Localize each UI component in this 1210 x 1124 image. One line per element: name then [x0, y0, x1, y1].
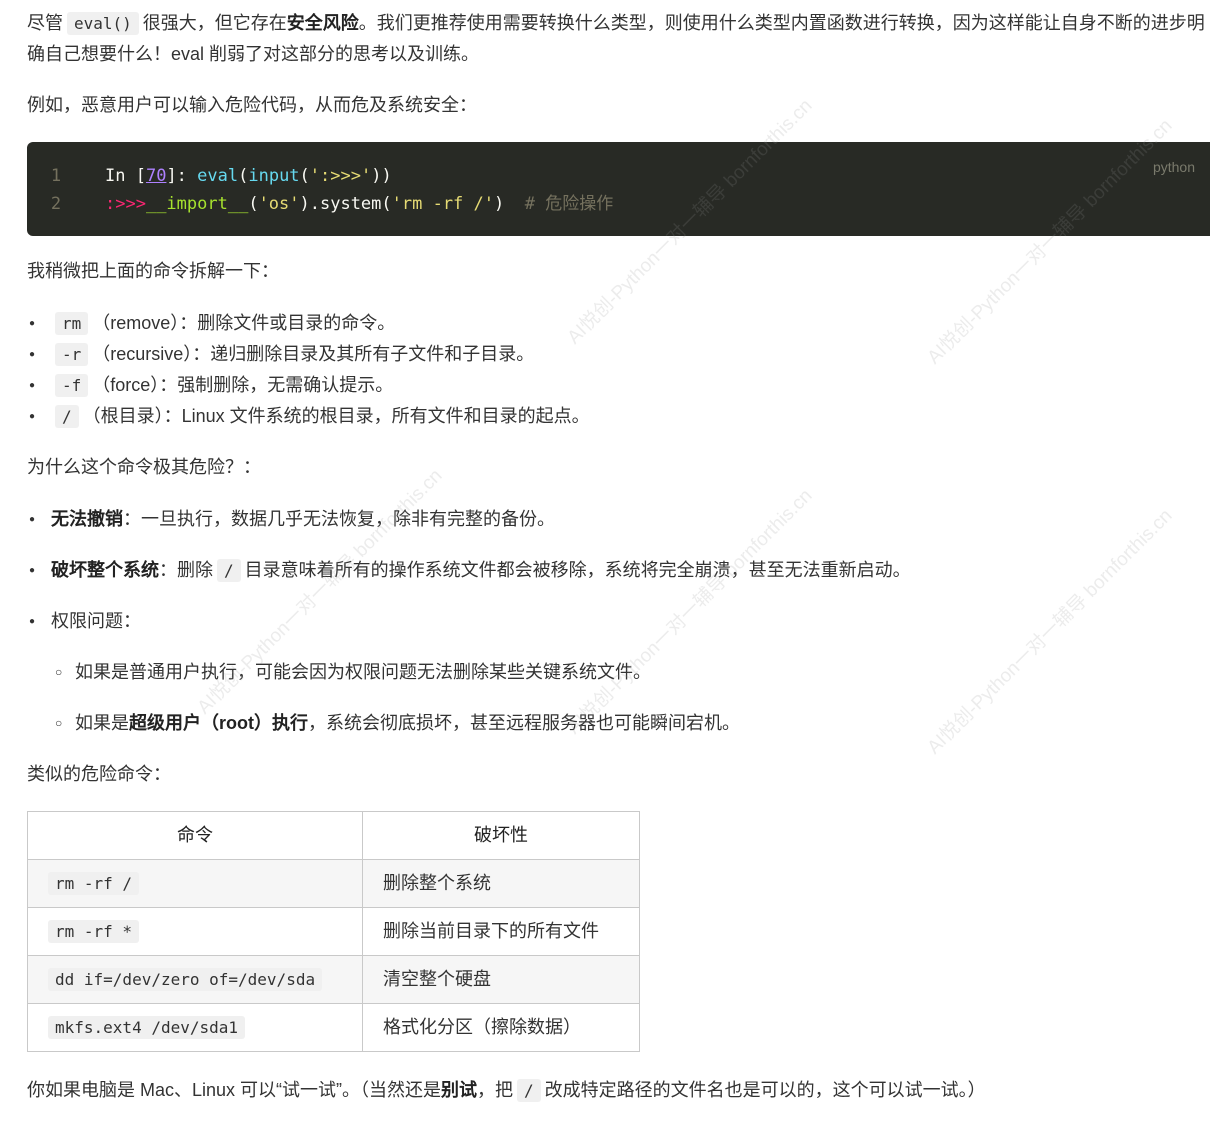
table-header-row: 命令 破坏性	[27, 811, 640, 860]
inline-code: /	[217, 559, 241, 582]
inline-code: eval()	[67, 12, 139, 35]
list-item: -f（force）：强制删除，无需确认提示。	[27, 370, 1210, 401]
list-item: /（根目录）：Linux 文件系统的根目录，所有文件和目录的起点。	[27, 401, 1210, 432]
intro-paragraph: 尽管 eval() 很强大，但它存在安全风险。我们更推荐使用需要转换什么类型，则使用…	[27, 12, 1205, 64]
code-line-1: 1 In [70]: eval(input(':>>>'))	[50, 166, 392, 186]
list-item: 无法撤销：一旦执行，数据几乎无法恢复，除非有完整的备份。	[27, 504, 1210, 535]
similar-heading: 类似的危险命令：	[27, 764, 171, 784]
table-row: mkfs.ext4 /dev/sda1 格式化分区（擦除数据）	[27, 1003, 640, 1052]
danger-list: 无法撤销：一旦执行，数据几乎无法恢复，除非有完整的备份。 破坏整个系统：删除/目…	[27, 504, 1210, 637]
list-item: -r（recursive）：递归删除目录及其所有子文件和子目录。	[27, 339, 1210, 370]
list-item: rm（remove）：删除文件或目录的命令。	[27, 308, 1210, 339]
code-language-label: python	[1152, 159, 1195, 175]
inline-code: rm -rf *	[48, 920, 140, 943]
inline-code: /	[517, 1079, 541, 1102]
table-header-command: 命令	[27, 811, 363, 860]
inline-code: mkfs.ext4 /dev/sda1	[48, 1016, 246, 1039]
table-header-effect: 破坏性	[362, 811, 640, 860]
footer-paragraph: 你如果电脑是 Mac、Linux 可以“试一试”。（当然还是别试，把 / 改成特定路…	[27, 1079, 986, 1102]
inline-code: rm	[55, 312, 89, 335]
table-row: dd if=/dev/zero of=/dev/sda 清空整个硬盘	[27, 955, 640, 1004]
article: 尽管 eval() 很强大，但它存在安全风险。我们更推荐使用需要转换什么类型，则使用…	[27, 8, 1210, 121]
list-item: 如果是超级用户（root）执行，系统会彻底损坏，甚至远程服务器也可能瞬间宕机。	[55, 708, 1210, 739]
inline-code: rm -rf /	[48, 872, 140, 895]
code-line-2: 2:>>>__import__('os').system('rm -rf /')…	[50, 194, 614, 214]
list-item: 如果是普通用户执行，可能会因为权限问题无法删除某些关键系统文件。	[55, 657, 1210, 688]
example-paragraph: 例如，恶意用户可以输入危险代码，从而危及系统安全：	[27, 95, 477, 115]
dangerous-commands-table: 命令 破坏性 rm -rf / 删除整个系统 rm -rf * 删除当前目录下的…	[27, 811, 640, 1052]
table-row: rm -rf / 删除整个系统	[27, 859, 640, 908]
inline-code: -f	[55, 374, 89, 397]
danger-heading: 为什么这个命令极其危险？：	[27, 457, 261, 477]
inline-code: /	[55, 405, 79, 428]
list-item: 权限问题：	[27, 606, 1210, 637]
danger-section: 为什么这个命令极其危险？： 无法撤销：一旦执行，数据几乎无法恢复，除非有完整的备…	[27, 452, 1210, 739]
inline-code: -r	[55, 343, 89, 366]
inline-code: dd if=/dev/zero of=/dev/sda	[48, 968, 323, 991]
breakdown-list: rm（remove）：删除文件或目录的命令。 -r（recursive）：递归删…	[27, 308, 1210, 432]
list-item: 破坏整个系统：删除/目录意味着所有的操作系统文件都会被移除，系统将完全崩溃，甚至…	[27, 555, 1210, 586]
code-block: python 1 In [70]: eval(input(':>>>')) 2:>…	[27, 142, 1210, 236]
table-row: rm -rf * 删除当前目录下的所有文件	[27, 907, 640, 956]
breakdown-heading: 我稍微把上面的命令拆解一下：	[27, 261, 279, 281]
breakdown-section: 我稍微把上面的命令拆解一下： rm（remove）：删除文件或目录的命令。 -r…	[27, 256, 1210, 432]
permission-sublist: 如果是普通用户执行，可能会因为权限问题无法删除某些关键系统文件。 如果是超级用户…	[27, 657, 1210, 739]
